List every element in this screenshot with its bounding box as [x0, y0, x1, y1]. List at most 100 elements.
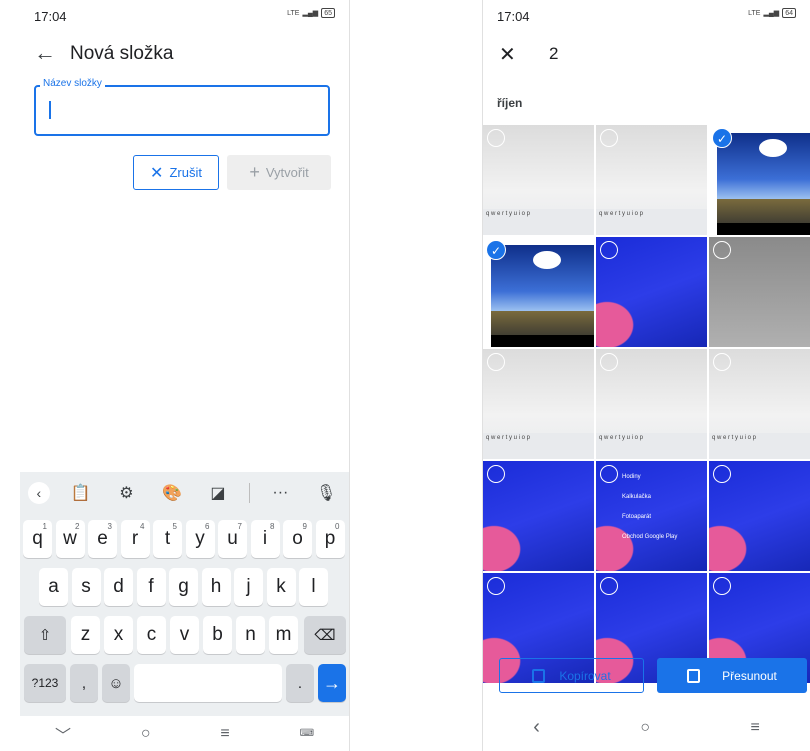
key-b[interactable]: b: [203, 616, 232, 654]
hide-keyboard-icon[interactable]: ﹀: [55, 722, 71, 746]
page-title: Nová složka: [70, 43, 174, 64]
key-q[interactable]: q1: [23, 520, 52, 558]
select-circle-icon[interactable]: [487, 129, 505, 147]
key-i[interactable]: i8: [250, 520, 280, 558]
photo-tile[interactable]: Hodiny Kalkulačka Fotoaparát Obchod Google …: [596, 461, 707, 571]
select-circle-icon[interactable]: [600, 129, 618, 147]
select-circle-icon[interactable]: [713, 577, 731, 595]
checkmark-icon[interactable]: ✓: [712, 128, 732, 148]
close-icon[interactable]: ✕: [499, 42, 516, 67]
key-hint: 3: [107, 522, 112, 531]
photo-tile[interactable]: q w e r t y u i o p: [596, 349, 707, 459]
key-s[interactable]: s: [71, 568, 101, 606]
microphone-icon[interactable]: 🎙: [311, 483, 341, 503]
key-d[interactable]: d: [104, 568, 133, 606]
checkmark-icon[interactable]: ✓: [486, 240, 506, 260]
space-key[interactable]: [134, 664, 282, 702]
key-o[interactable]: o9: [283, 520, 312, 558]
palette-icon[interactable]: 🎨: [157, 483, 187, 503]
symbols-key[interactable]: ?123: [24, 664, 66, 702]
close-icon: ✕: [150, 164, 164, 182]
key-row-3: ⇧ ⌫ zxcvbnm: [20, 616, 349, 654]
select-circle-icon[interactable]: [487, 353, 505, 371]
status-bar: 17:04 LTE ▂▄▆ 64: [483, 0, 810, 30]
app-bar: ← Nová složka: [20, 40, 349, 72]
photo-tile[interactable]: q w e r t y u i o p: [596, 125, 707, 235]
create-button[interactable]: + Vytvořit: [227, 155, 331, 190]
key-hint: 7: [237, 522, 242, 531]
more-icon[interactable]: ···: [265, 484, 295, 502]
period-key[interactable]: .: [286, 664, 314, 702]
key-g[interactable]: g: [169, 568, 198, 606]
shift-key[interactable]: ⇧: [24, 616, 66, 654]
select-circle-icon[interactable]: [600, 577, 618, 595]
move-button[interactable]: Přesunout: [657, 658, 807, 693]
back-arrow-icon[interactable]: ←: [34, 40, 56, 66]
key-e[interactable]: e3: [88, 520, 117, 558]
photo-tile[interactable]: q w e r t y u i o p: [709, 349, 810, 459]
select-circle-icon[interactable]: [487, 577, 505, 595]
key-l[interactable]: l: [299, 568, 328, 606]
key-f[interactable]: f: [136, 568, 166, 606]
key-c[interactable]: c: [137, 616, 166, 654]
back-icon[interactable]: ‹: [533, 716, 540, 739]
home-icon[interactable]: ○: [640, 719, 650, 737]
network-icon: LTE: [748, 9, 761, 17]
select-circle-icon[interactable]: [600, 241, 618, 259]
key-p[interactable]: p0: [315, 520, 345, 558]
menu-icon[interactable]: ≡: [220, 725, 229, 743]
key-hint: 6: [205, 522, 210, 531]
key-y[interactable]: y6: [185, 520, 215, 558]
photo-tile[interactable]: q w e r t y u i o p: [483, 125, 594, 235]
key-z[interactable]: z: [71, 616, 100, 654]
key-v[interactable]: v: [170, 616, 199, 654]
select-circle-icon[interactable]: [713, 353, 731, 371]
key-r[interactable]: r4: [120, 520, 150, 558]
key-t[interactable]: t5: [153, 520, 182, 558]
keyboard-thumbnail: q w e r t y u i o p: [596, 433, 707, 459]
battery-icon: 65: [321, 8, 335, 18]
key-x[interactable]: x: [104, 616, 133, 654]
copy-button[interactable]: Kopírovat: [499, 658, 644, 693]
floating-keyboard-icon[interactable]: ◪: [203, 483, 233, 503]
photo-tile[interactable]: [596, 237, 707, 347]
gear-icon[interactable]: ⚙: [111, 483, 141, 503]
key-k[interactable]: k: [266, 568, 296, 606]
select-circle-icon[interactable]: [600, 465, 618, 483]
keyboard-thumbnail: q w e r t y u i o p: [709, 433, 810, 459]
action-bar: Kopírovat Přesunout: [497, 658, 810, 694]
key-a[interactable]: a: [39, 568, 68, 606]
select-circle-icon[interactable]: [713, 465, 731, 483]
copy-label: Kopírovat: [559, 668, 611, 683]
enter-key[interactable]: →: [318, 664, 346, 702]
photo-tile[interactable]: q w e r t y u i o p: [483, 349, 594, 459]
key-h[interactable]: h: [201, 568, 231, 606]
clipboard-icon[interactable]: 📋: [66, 483, 96, 503]
photo-selection-screen: 17:04 LTE ▂▄▆ 64 ✕ 2 říjen q w e r t y u…: [482, 0, 810, 751]
key-j[interactable]: j: [234, 568, 263, 606]
key-w[interactable]: w2: [55, 520, 85, 558]
chevron-left-icon[interactable]: ‹: [27, 482, 50, 504]
photo-road: [491, 311, 594, 337]
menu-icon[interactable]: ≡: [750, 719, 759, 737]
key-n[interactable]: n: [236, 616, 265, 654]
home-icon[interactable]: ○: [141, 725, 151, 743]
keyboard-icon[interactable]: ⌨: [300, 728, 314, 739]
status-icons: LTE ▂▄▆ 65: [287, 8, 335, 18]
select-circle-icon[interactable]: [600, 353, 618, 371]
folder-name-input[interactable]: [34, 85, 330, 136]
select-circle-icon[interactable]: [487, 465, 505, 483]
select-circle-icon[interactable]: [713, 241, 731, 259]
photo-tile[interactable]: [483, 461, 594, 571]
cancel-button[interactable]: ✕ Zrušit: [133, 155, 219, 190]
key-row-1: q1w2e3r4t5y6u7i8o9p0: [20, 520, 349, 558]
photo-tile[interactable]: ✓: [483, 237, 594, 347]
photo-tile[interactable]: ✓: [709, 125, 810, 235]
key-u[interactable]: u7: [218, 520, 247, 558]
backspace-key[interactable]: ⌫: [304, 616, 346, 654]
photo-tile[interactable]: [709, 461, 810, 571]
key-m[interactable]: m: [269, 616, 298, 654]
photo-tile[interactable]: [709, 237, 810, 347]
emoji-key[interactable]: ☺: [102, 664, 130, 702]
comma-key[interactable]: ,: [70, 664, 98, 702]
